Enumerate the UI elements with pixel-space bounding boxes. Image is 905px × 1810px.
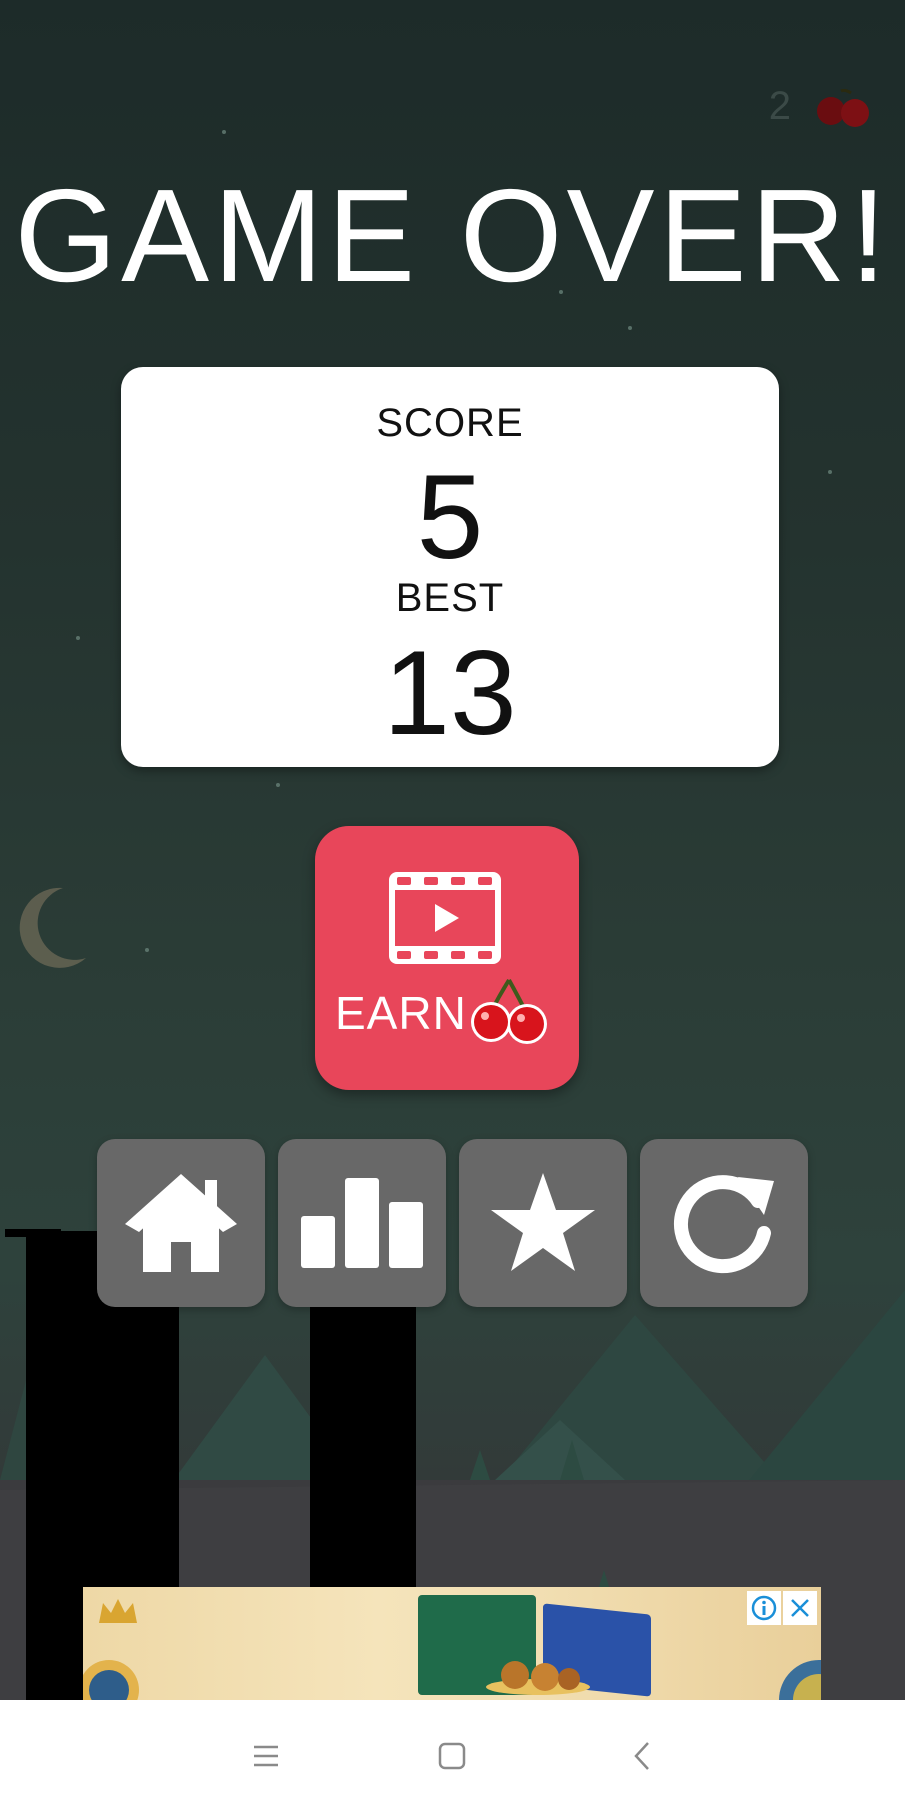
ad-info-button[interactable] [747, 1591, 781, 1625]
menu-icon[interactable] [252, 1744, 280, 1768]
video-icon [389, 872, 501, 964]
info-icon [751, 1595, 777, 1621]
restart-button[interactable] [640, 1139, 808, 1307]
ad-decoration [83, 1660, 139, 1700]
cherry-icon [471, 978, 547, 1044]
close-icon [791, 1599, 809, 1617]
cherry-count: 2 [768, 84, 791, 128]
star-dot [145, 948, 149, 952]
game-over-title: GAME OVER! [14, 162, 891, 309]
ad-banner[interactable] [83, 1587, 821, 1700]
action-tiles [97, 1139, 808, 1307]
star-icon [491, 1173, 595, 1271]
back-icon[interactable] [632, 1740, 652, 1772]
moon-icon [19, 887, 87, 968]
cherry-icon [817, 88, 869, 127]
crown-logo [99, 1599, 137, 1623]
score-card: SCORE 5 BEST 13 [121, 367, 779, 767]
score-value: 5 [416, 450, 484, 584]
earn-cherries-button[interactable]: EARN [315, 826, 579, 1090]
star-dot [76, 636, 80, 640]
star-dot [276, 783, 280, 787]
home-square-icon[interactable] [438, 1742, 466, 1770]
star-dot [222, 130, 226, 134]
score-label: SCORE [376, 401, 524, 445]
system-navigation-bar [0, 1700, 905, 1810]
ad-decoration [779, 1660, 821, 1700]
best-label: BEST [395, 576, 505, 620]
home-icon [125, 1174, 237, 1272]
leaderboard-button[interactable] [278, 1139, 446, 1307]
star-dot [628, 326, 632, 330]
restart-icon [673, 1175, 774, 1274]
bar-chart-icon [301, 1178, 423, 1268]
earn-label: EARN [335, 987, 467, 1039]
best-value: 13 [383, 626, 517, 760]
rate-button[interactable] [459, 1139, 627, 1307]
cherry-counter: 2 [769, 84, 875, 129]
ad-controls [747, 1591, 817, 1625]
home-button[interactable] [97, 1139, 265, 1307]
star-dot [828, 470, 832, 474]
ad-close-button[interactable] [783, 1591, 817, 1625]
mooncake-plate [486, 1661, 590, 1695]
